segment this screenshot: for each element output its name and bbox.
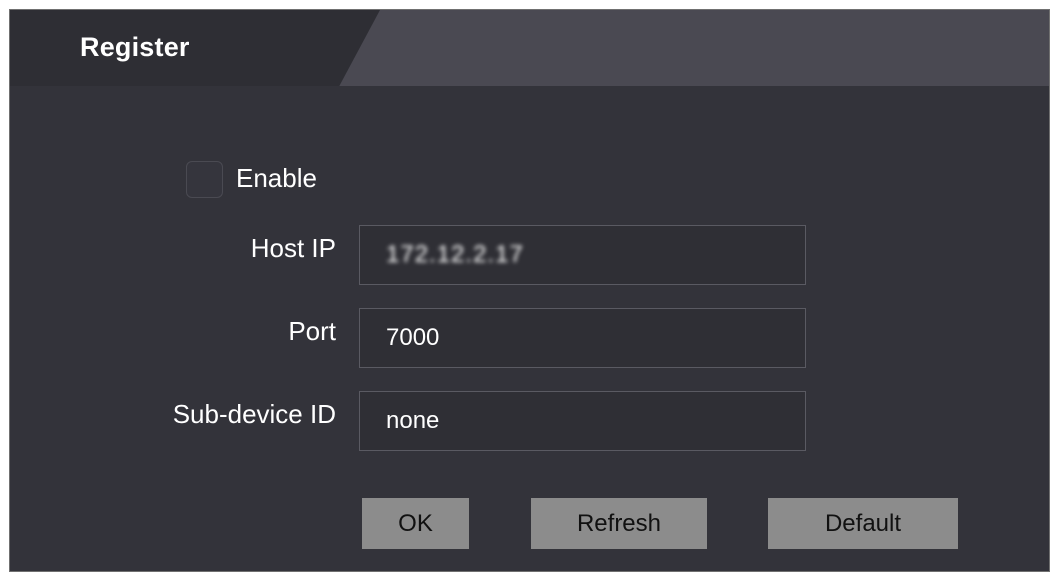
host-ip-value: 172.12.2.17 xyxy=(386,241,524,268)
enable-checkbox[interactable] xyxy=(186,161,223,198)
tab-register-label: Register xyxy=(80,32,190,62)
refresh-button[interactable]: Refresh xyxy=(531,498,707,549)
sub-device-id-input[interactable]: none xyxy=(359,391,806,451)
register-panel: Register Enable Host IP 172.12.2.17 Port… xyxy=(9,9,1050,572)
default-button[interactable]: Default xyxy=(768,498,958,549)
port-value: 7000 xyxy=(386,324,440,351)
tab-register[interactable]: Register xyxy=(10,10,380,86)
tab-bar: Register xyxy=(10,10,1049,86)
port-input[interactable]: 7000 xyxy=(359,308,806,368)
sub-device-id-label: Sub-device ID xyxy=(172,399,336,429)
host-ip-input[interactable]: 172.12.2.17 xyxy=(359,225,806,285)
enable-label: Enable xyxy=(236,163,317,193)
ok-button[interactable]: OK xyxy=(362,498,469,549)
host-ip-label: Host IP xyxy=(250,233,336,263)
port-label: Port xyxy=(288,316,336,346)
sub-device-id-value: none xyxy=(386,407,440,434)
